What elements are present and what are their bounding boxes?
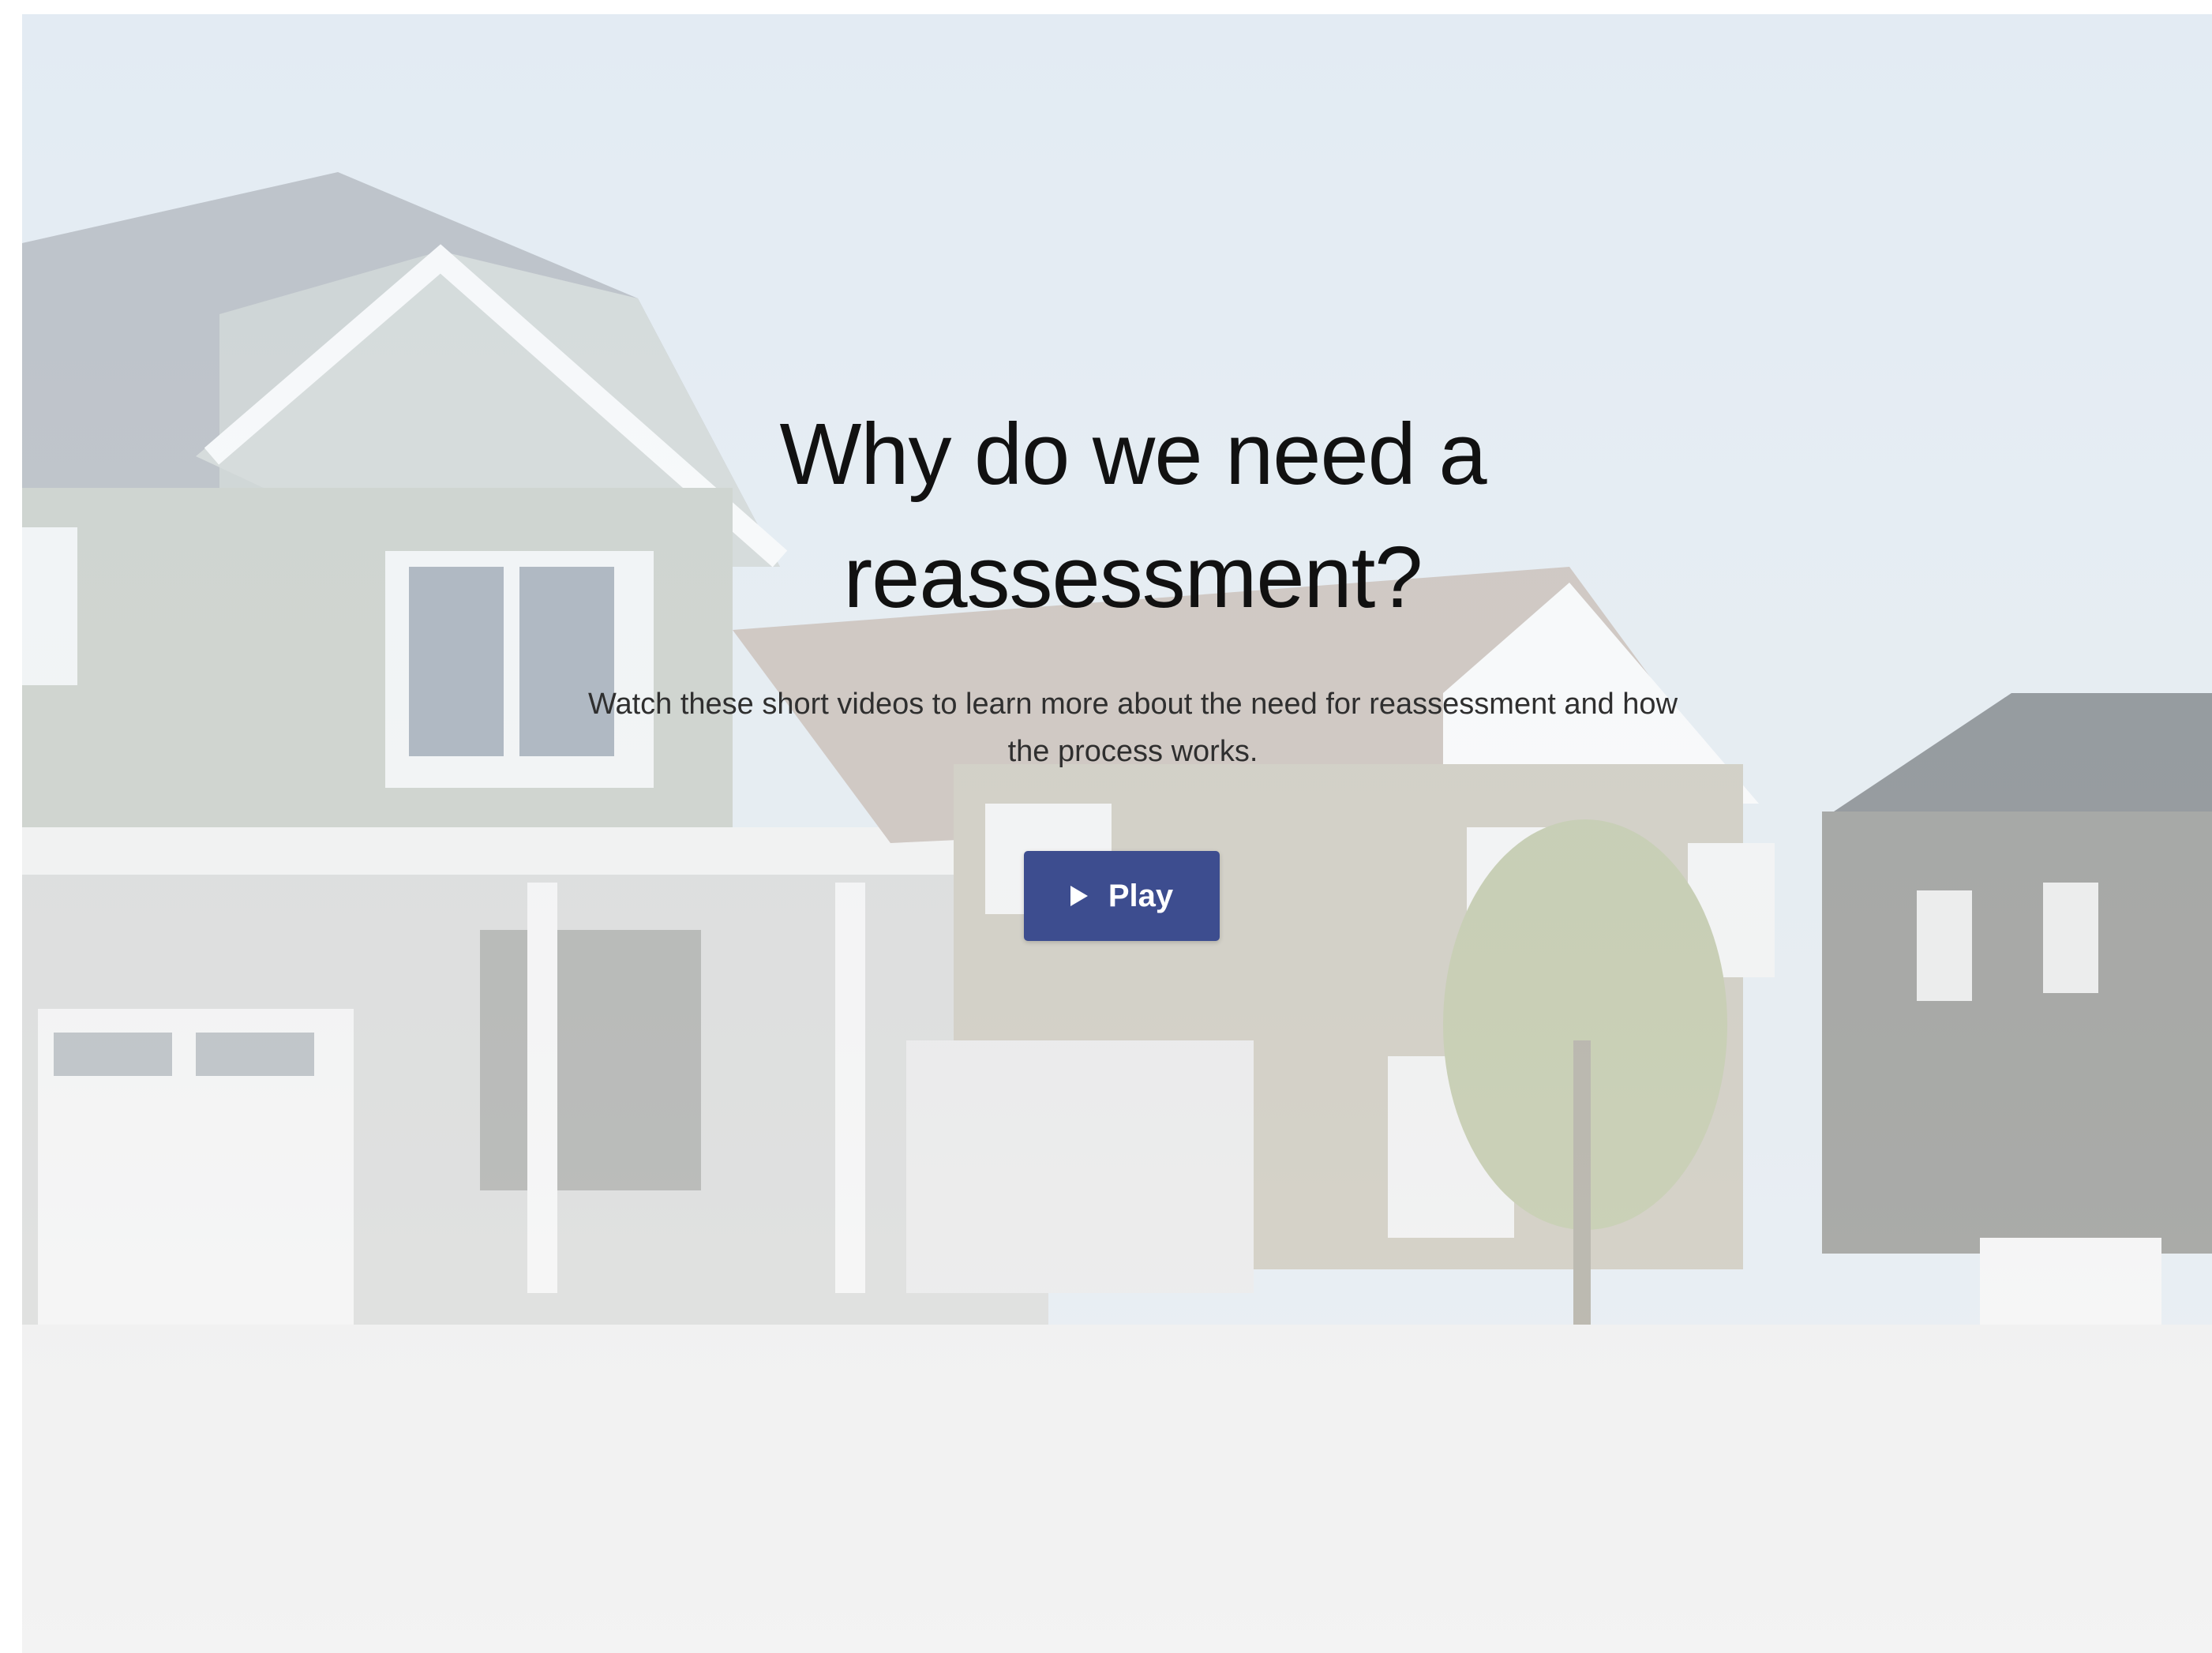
hero-subtitle: Watch these short videos to learn more a… xyxy=(587,688,1678,768)
page-title: Why do we need a reassessment? xyxy=(779,406,1487,626)
play-button-label: Play xyxy=(1108,878,1174,913)
play-button[interactable]: Play xyxy=(1024,851,1220,941)
hero-section: Why do we need a reassessment? Watch the… xyxy=(22,14,2212,1653)
play-icon xyxy=(1070,886,1088,906)
hero-content: Why do we need a reassessment? Watch the… xyxy=(22,14,2212,1653)
